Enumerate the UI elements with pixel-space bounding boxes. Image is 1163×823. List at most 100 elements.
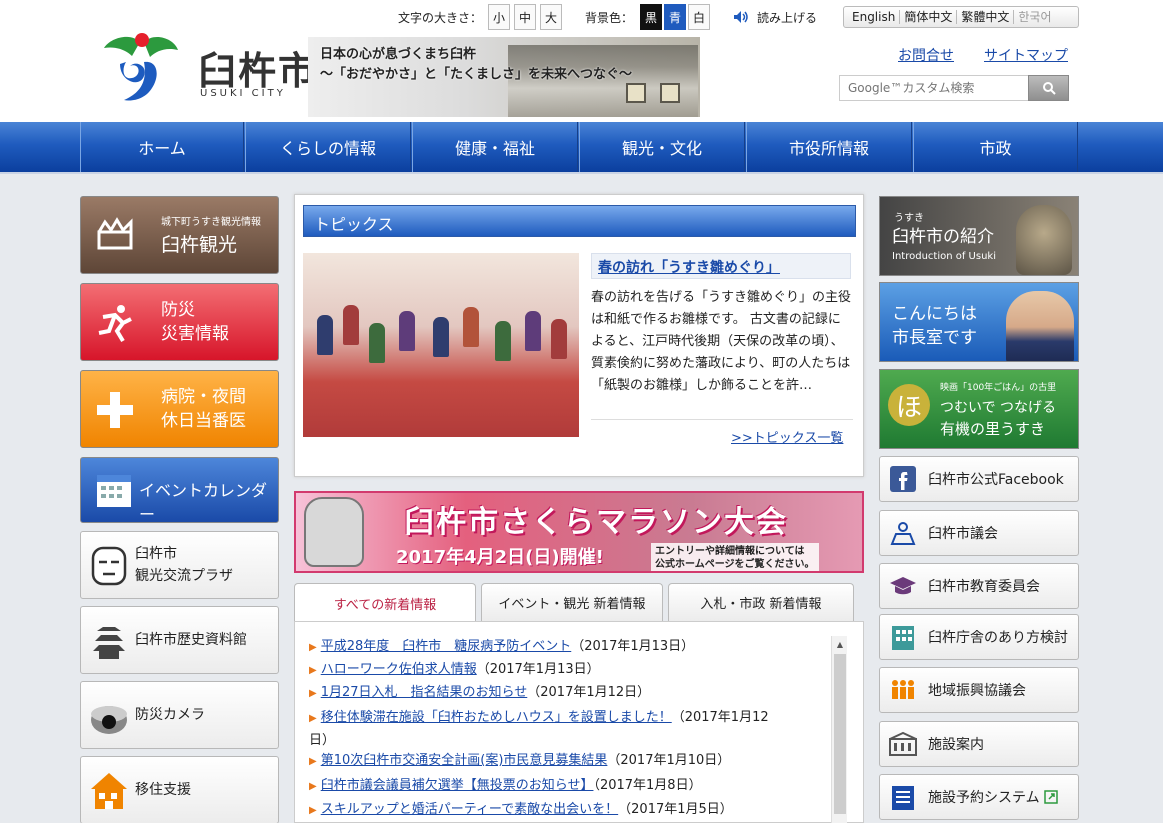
castle-icon bbox=[97, 217, 133, 250]
news-link-5[interactable]: 臼杵市議会議員補欠選挙【無投票のお知らせ】 bbox=[321, 778, 594, 793]
organic-village-banner[interactable]: ほ 映画「100年ごはん」の古里 つむいで つなげる 有機の里うすき bbox=[879, 369, 1079, 449]
scroll-up-icon[interactable]: ▲ bbox=[832, 636, 848, 652]
site-header: 臼杵市 USUKI CITY 日本の心が息づくまち臼杵 ～「おだやかさ」と「たく… bbox=[0, 0, 1163, 122]
scroll-thumb[interactable] bbox=[834, 654, 846, 814]
news-link-3[interactable]: 移住体験滞在施設「臼杵おためしハウス」を設置しました！ bbox=[321, 710, 672, 725]
font-size-medium-button[interactable]: 中 bbox=[514, 4, 536, 30]
hina-dolls-photo[interactable] bbox=[303, 253, 579, 437]
speaker-icon[interactable] bbox=[733, 10, 749, 24]
lang-traditional-chinese-link[interactable]: 繁體中文 bbox=[957, 10, 1015, 24]
news-link-0[interactable]: 平成28年度 臼杵市 糖尿病予防イベント bbox=[321, 639, 572, 654]
marathon-note-1: エントリーや詳細情報については bbox=[655, 546, 805, 557]
contact-link[interactable]: お問合せ bbox=[898, 45, 954, 65]
education-board-label: 臼杵市教育委員会 bbox=[928, 579, 1040, 595]
lang-english-link[interactable]: English bbox=[848, 10, 901, 24]
lang-simplified-chinese-link[interactable]: 簡体中文 bbox=[900, 10, 958, 24]
event-calendar-button[interactable]: イベントカレンダー bbox=[80, 457, 279, 524]
nav-tourism-culture[interactable]: 観光・文化 bbox=[579, 122, 745, 172]
mayor-photo bbox=[1006, 291, 1074, 361]
city-council-button[interactable]: 臼杵市議会 bbox=[879, 510, 1079, 556]
topics-list-link[interactable]: >>トピックス一覧 bbox=[731, 427, 843, 446]
font-size-large-button[interactable]: 大 bbox=[540, 4, 562, 30]
facebook-icon bbox=[890, 466, 916, 492]
nav-city-hall[interactable]: 市役所情報 bbox=[746, 122, 912, 172]
government-building-review-label: 臼杵庁舎のあり方検討 bbox=[928, 630, 1068, 646]
government-building-review-button[interactable]: 臼杵庁舎のあり方検討 bbox=[879, 614, 1079, 660]
topic-body: 春の訪れを告げる「うすき雛めぐり」の主役は和紙で作るお雛様です。 古文書の記録に… bbox=[591, 290, 852, 393]
news-link-4[interactable]: 第10次臼杵市交通安全計画(案)市民意見募集結果 bbox=[321, 753, 608, 768]
disaster-label-1: 防災 bbox=[161, 300, 195, 320]
tab-event-tourism-news[interactable]: イベント・観光 新着情報 bbox=[481, 583, 663, 621]
facebook-button[interactable]: 臼杵市公式Facebook bbox=[879, 456, 1079, 502]
nav-home[interactable]: ホーム bbox=[80, 122, 244, 172]
banner-line-2: ～「おだやかさ」と「たくましさ」を未来へつなぐ～ bbox=[320, 67, 633, 82]
news-date: （2017年1月8日） bbox=[593, 778, 702, 793]
bg-black-button[interactable]: 黒 bbox=[640, 4, 662, 30]
organic-logo-icon: ほ bbox=[888, 384, 930, 426]
organic-label-2: 有機の里うすき bbox=[940, 420, 1046, 438]
news-scrollbar[interactable]: ▲ bbox=[831, 636, 847, 823]
migration-support-button[interactable]: 移住支援 bbox=[80, 756, 279, 823]
tab-bid-government-news[interactable]: 入札・市政 新着情報 bbox=[668, 583, 854, 621]
mayor-label-1: こんにちは bbox=[892, 304, 977, 324]
facilities-button[interactable]: 施設案内 bbox=[879, 721, 1079, 767]
migration-label: 移住支援 bbox=[135, 782, 191, 798]
disaster-label-2: 災害情報 bbox=[161, 324, 229, 344]
sitemap-link[interactable]: サイトマップ bbox=[984, 45, 1068, 65]
topics-panel: トピックス 春の訪れ「うすき雛めぐり」 春の訪れを告げる「うすき雛めぐり」の主役… bbox=[294, 194, 864, 477]
font-size-small-button[interactable]: 小 bbox=[488, 4, 510, 30]
search-input[interactable] bbox=[839, 75, 1029, 101]
sakura-marathon-banner[interactable]: 臼杵市さくらマラソン大会 2017年4月2日(日)開催! エントリーや詳細情報に… bbox=[294, 491, 864, 573]
news-date: （2017年1月10日） bbox=[607, 753, 731, 768]
history-museum-button[interactable]: 臼杵市歴史資料館 bbox=[80, 606, 279, 674]
tourism-button[interactable]: 城下町うすき観光情報 臼杵観光 bbox=[80, 196, 279, 274]
search-button[interactable] bbox=[1028, 75, 1069, 101]
banner-line-1: 日本の心が息づくまち臼杵 bbox=[320, 47, 477, 62]
government-building-icon bbox=[892, 626, 914, 650]
site-logo-name[interactable]: 臼杵市 bbox=[198, 40, 318, 95]
nav-living[interactable]: くらしの情報 bbox=[245, 122, 411, 172]
plaza-label-2: 観光交流プラザ bbox=[135, 568, 233, 584]
topic-title-link[interactable]: 春の訪れ「うすき雛めぐり」 bbox=[591, 253, 851, 279]
search-icon bbox=[1042, 82, 1056, 95]
city-emblem-icon[interactable] bbox=[100, 32, 180, 104]
news-link-6[interactable]: スキルアップと婚活パーティーで素敵な出会いを！ bbox=[321, 802, 618, 817]
calendar-icon bbox=[97, 475, 131, 507]
bg-blue-button[interactable]: 青 bbox=[664, 4, 686, 30]
regional-council-label: 地域振興協議会 bbox=[928, 683, 1026, 699]
mayor-office-banner[interactable]: こんにちは 市長室です bbox=[879, 282, 1079, 362]
lang-korean-link[interactable]: 한국어 bbox=[1014, 10, 1055, 24]
education-board-button[interactable]: 臼杵市教育委員会 bbox=[879, 563, 1079, 609]
list-item: ▶ 第10次臼杵市交通安全計画(案)市民意見募集結果（2017年1月10日） bbox=[309, 753, 731, 768]
news-link-1[interactable]: ハローワーク佐伯求人情報 bbox=[321, 662, 477, 677]
history-museum-label: 臼杵市歴史資料館 bbox=[135, 632, 247, 648]
nav-health-welfare[interactable]: 健康・福祉 bbox=[412, 122, 578, 172]
hospital-button[interactable]: 病院・夜間 休日当番医 bbox=[80, 370, 279, 448]
site-logo-sub: USUKI CITY bbox=[200, 88, 286, 99]
people-group-icon bbox=[892, 680, 914, 699]
disaster-info-button[interactable]: 防災 災害情報 bbox=[80, 283, 279, 361]
news-link-2[interactable]: 1月27日入札 指名結果のお知らせ bbox=[321, 685, 528, 700]
catchphrase-banner: 日本の心が息づくまち臼杵 ～「おだやかさ」と「たくましさ」を未来へつなぐ～ bbox=[308, 37, 700, 117]
list-item: ▶ ハローワーク佐伯求人情報（2017年1月13日） bbox=[309, 662, 600, 677]
nav-city-government[interactable]: 市政 bbox=[913, 122, 1078, 172]
news-date-wrap: 日） bbox=[309, 733, 336, 748]
tourism-plaza-button[interactable]: 臼杵市 観光交流プラザ bbox=[80, 531, 279, 599]
city-intro-banner[interactable]: うすき 臼杵市の紹介 Introduction of Usuki bbox=[879, 196, 1079, 276]
regional-council-button[interactable]: 地域振興協議会 bbox=[879, 667, 1079, 713]
read-aloud-button[interactable]: 読み上げる bbox=[757, 9, 817, 26]
hospital-label-2: 休日当番医 bbox=[161, 411, 246, 431]
facility-reservation-button[interactable]: 施設予約システム bbox=[879, 774, 1079, 820]
bg-white-button[interactable]: 白 bbox=[688, 4, 710, 30]
tourism-label: 臼杵観光 bbox=[161, 234, 238, 256]
news-date: （2017年1月13日） bbox=[476, 662, 600, 677]
stone-buddha-face-icon bbox=[91, 546, 127, 586]
stone-buddha-mascot-icon bbox=[304, 497, 364, 567]
disaster-camera-button[interactable]: 防災カメラ bbox=[80, 681, 279, 749]
council-icon bbox=[890, 522, 916, 545]
marathon-note-2: 公式ホームページをご覧ください。 bbox=[655, 559, 815, 570]
facility-reservation-label: 施設予約システム bbox=[928, 790, 1040, 806]
external-link-icon bbox=[1043, 790, 1058, 804]
tab-all-news[interactable]: すべての新着情報 bbox=[294, 583, 476, 623]
buddha-statue-image bbox=[1016, 205, 1072, 275]
